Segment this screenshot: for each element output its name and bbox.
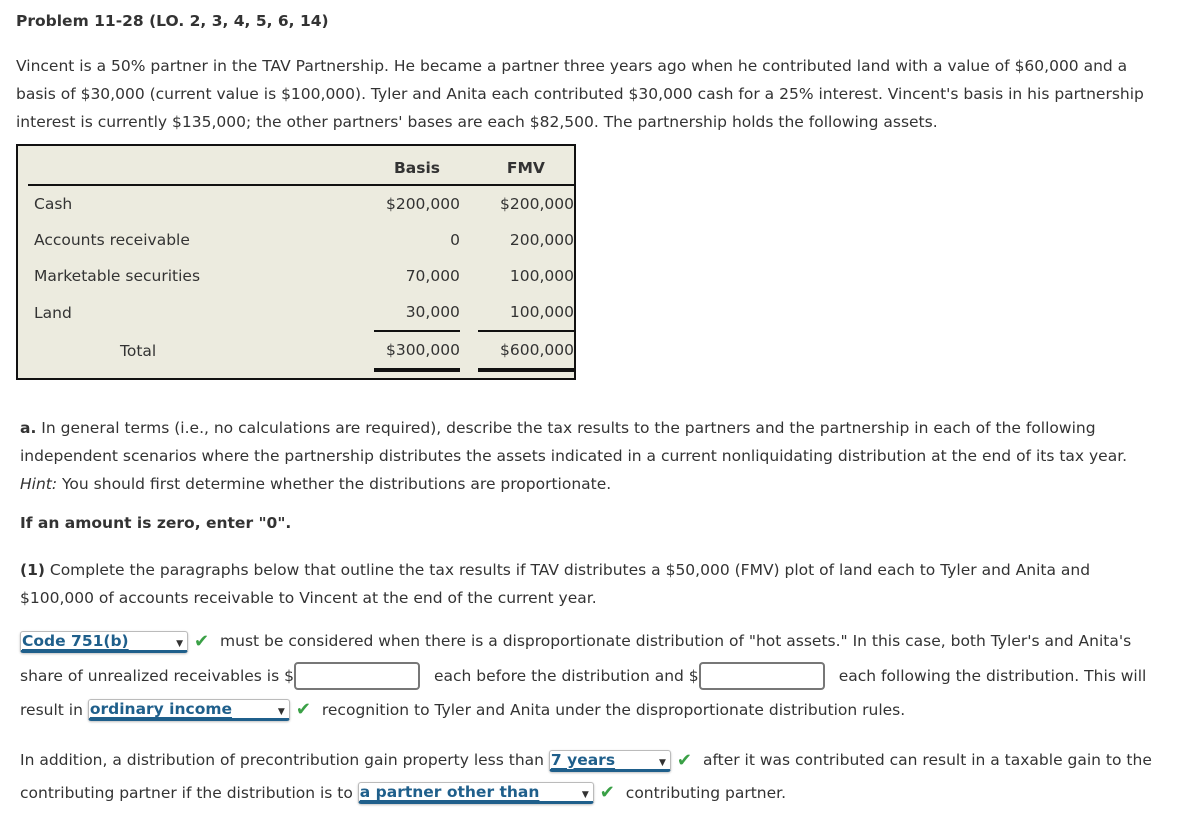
row-label: Land <box>34 303 72 322</box>
years-select[interactable]: 7 years ▼ <box>548 749 671 772</box>
income-type-select[interactable]: ordinary income ▼ <box>87 699 290 721</box>
total-label: Total <box>120 341 157 360</box>
row-fmv: 100,000 <box>509 267 574 285</box>
problem-intro: Vincent is a 50% partner in the TAV Part… <box>16 57 1144 131</box>
header-basis: Basis <box>374 152 460 186</box>
row-fmv: 100,000 <box>477 294 574 332</box>
row-basis: 30,000 <box>374 294 460 332</box>
table-row: Cash $200,000 $200,000 <box>28 185 574 222</box>
part-a-instructions: a. In general terms (i.e., no calculatio… <box>20 419 1128 493</box>
table-header-row: Basis FMV <box>28 152 574 186</box>
row-fmv: 200,000 <box>509 231 574 249</box>
chevron-down-icon: ▼ <box>659 757 666 768</box>
part-a-label: a. <box>20 419 37 437</box>
check-icon: ✔ <box>599 782 615 803</box>
question-1-paragraph: Code 751(b) ▼ ✔ must be considered when th… <box>20 630 1147 721</box>
row-label: Cash <box>34 195 73 213</box>
receivables-before-input[interactable] <box>293 662 420 690</box>
check-icon: ✔ <box>676 749 693 771</box>
part-1-instructions: (1) Complete the paragraphs below that o… <box>20 561 1091 607</box>
part-1-label: (1) <box>20 561 45 579</box>
asset-table: Basis FMV Cash $200,000 $200,000 Account… <box>16 144 576 380</box>
table-row: Accounts receivable 0 200,000 <box>28 222 574 258</box>
row-label: Marketable securities <box>34 267 201 285</box>
question-2-paragraph: In addition, a distribution of precontri… <box>20 749 1152 804</box>
recipient-select[interactable]: a partner other than ▼ <box>357 782 594 804</box>
code-section-select[interactable]: Code 751(b) ▼ <box>20 630 188 653</box>
total-fmv: $600,000 <box>477 331 574 372</box>
table-row: Land 30,000 100,000 <box>28 294 574 332</box>
chevron-down-icon: ▼ <box>581 790 589 800</box>
header-fmv: FMV <box>477 152 574 186</box>
hint-label: Hint: <box>20 475 58 493</box>
total-basis: $300,000 <box>374 331 460 372</box>
row-label: Accounts receivable <box>34 231 190 249</box>
table-row: Marketable securities 70,000 100,000 <box>28 258 574 294</box>
receivables-after-input[interactable] <box>698 662 825 690</box>
row-basis: 70,000 <box>405 267 460 285</box>
row-basis: $200,000 <box>385 195 460 213</box>
chevron-down-icon: ▼ <box>176 638 183 649</box>
check-icon: ✔ <box>295 699 311 720</box>
problem-title: Problem 11-28 (LO. 2, 3, 4, 5, 6, 14) <box>16 12 329 30</box>
row-basis: 0 <box>450 231 460 249</box>
zero-note: If an amount is zero, enter "0". <box>20 514 292 532</box>
table-total-row: Total $300,000 $600,000 <box>28 331 574 372</box>
row-fmv: $200,000 <box>500 195 574 213</box>
chevron-down-icon: ▼ <box>277 707 285 717</box>
check-icon: ✔ <box>194 630 210 652</box>
header-label <box>28 152 375 186</box>
